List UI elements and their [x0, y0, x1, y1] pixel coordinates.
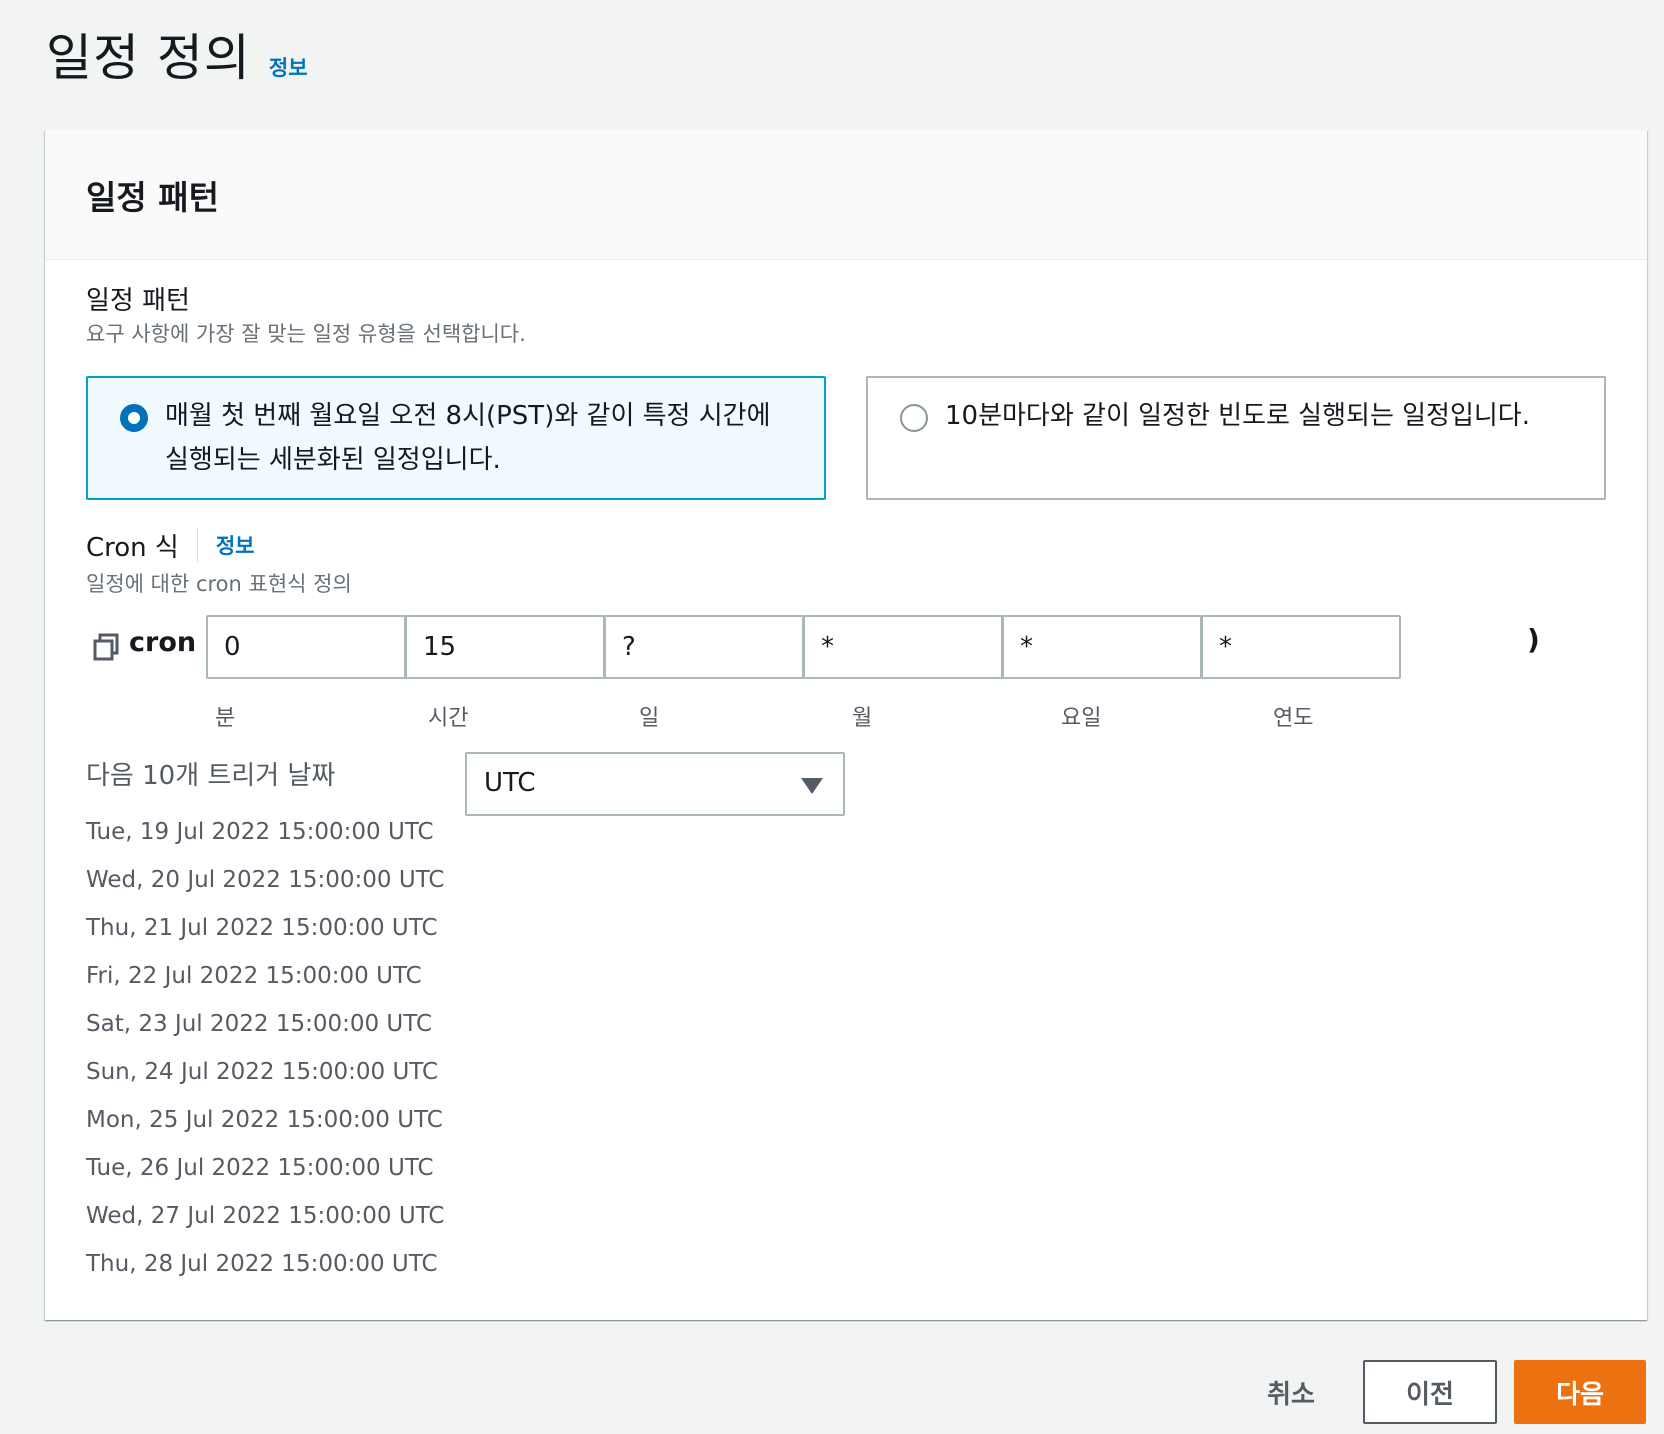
- list-item: Fri, 22 Jul 2022 15:00:00 UTC: [86, 963, 422, 989]
- unit-day-of-week: 요일: [1061, 706, 1102, 731]
- trigger-dates-title: 다음 10개 트리거 날짜: [86, 761, 336, 791]
- cron-year-input[interactable]: [1201, 615, 1401, 679]
- list-item: Mon, 25 Jul 2022 15:00:00 UTC: [86, 1107, 443, 1133]
- list-item: Tue, 26 Jul 2022 15:00:00 UTC: [86, 1155, 434, 1181]
- cron-day-of-month-input[interactable]: [604, 615, 804, 679]
- tile-cron-schedule[interactable]: 매월 첫 번째 월요일 오전 8시(PST)와 같이 특정 시간에 실행되는 세…: [86, 376, 826, 500]
- list-item: Sun, 24 Jul 2022 15:00:00 UTC: [86, 1059, 439, 1085]
- page-title: 일정 정의: [46, 29, 251, 87]
- list-item: Wed, 27 Jul 2022 15:00:00 UTC: [86, 1203, 445, 1229]
- tile-rate-text: 10분마다와 같이 일정한 빈도로 실행되는 일정입니다.: [945, 401, 1530, 431]
- list-item: Thu, 21 Jul 2022 15:00:00 UTC: [86, 915, 438, 941]
- card-header: 일정 패턴: [45, 130, 1647, 260]
- card-title: 일정 패턴: [86, 177, 219, 217]
- pattern-description: 요구 사항에 가장 잘 맞는 일정 유형을 선택합니다.: [86, 322, 526, 346]
- trigger-dates-list: Tue, 19 Jul 2022 15:00:00 UTC Wed, 20 Ju…: [86, 808, 444, 1288]
- page-info-link[interactable]: 정보: [269, 52, 308, 82]
- wizard-footer: 취소 이전 다음: [0, 1360, 1664, 1424]
- cron-expression-row: cron ( ): [93, 615, 1540, 679]
- cron-prefix: cron (: [129, 627, 218, 658]
- list-item: Wed, 20 Jul 2022 15:00:00 UTC: [86, 867, 445, 893]
- cron-month-input[interactable]: [803, 615, 1003, 679]
- unit-year: 연도: [1273, 706, 1314, 731]
- cron-label: Cron 식: [86, 532, 179, 563]
- unit-minutes: 분: [215, 706, 236, 731]
- unit-day-of-month: 일: [639, 706, 660, 731]
- radio-unchecked-icon[interactable]: [900, 404, 928, 432]
- copy-icon[interactable]: [93, 633, 119, 661]
- page-header: 일정 정의 정보: [46, 18, 308, 88]
- unit-hours: 시간: [428, 706, 469, 731]
- cron-suffix: ): [1527, 623, 1540, 656]
- cron-minutes-input[interactable]: [206, 615, 406, 679]
- timezone-value: UTC: [484, 768, 536, 798]
- list-item: Thu, 28 Jul 2022 15:00:00 UTC: [86, 1251, 438, 1277]
- timezone-select[interactable]: UTC: [465, 752, 845, 816]
- cron-label-row: Cron 식 정보: [86, 525, 254, 565]
- cron-description: 일정에 대한 cron 표현식 정의: [86, 572, 352, 596]
- previous-button[interactable]: 이전: [1363, 1360, 1497, 1424]
- unit-month: 월: [852, 706, 873, 731]
- cron-hours-input[interactable]: [405, 615, 605, 679]
- tile-rate-schedule[interactable]: 10분마다와 같이 일정한 빈도로 실행되는 일정입니다.: [866, 376, 1606, 500]
- list-item: Tue, 19 Jul 2022 15:00:00 UTC: [86, 819, 434, 845]
- pattern-label: 일정 패턴: [86, 286, 190, 316]
- cron-info-link[interactable]: 정보: [216, 530, 255, 560]
- schedule-pattern-card: 일정 패턴 일정 패턴 요구 사항에 가장 잘 맞는 일정 유형을 선택합니다.…: [45, 130, 1647, 1320]
- label-divider: [196, 528, 198, 562]
- list-item: Sat, 23 Jul 2022 15:00:00 UTC: [86, 1011, 433, 1037]
- cron-day-of-week-input[interactable]: [1002, 615, 1202, 679]
- next-button[interactable]: 다음: [1514, 1360, 1646, 1424]
- cancel-button[interactable]: 취소: [1236, 1360, 1346, 1424]
- radio-checked-icon[interactable]: [120, 404, 148, 432]
- tile-cron-text: 매월 첫 번째 월요일 오전 8시(PST)와 같이 특정 시간에 실행되는 세…: [165, 401, 771, 475]
- caret-down-icon: [801, 778, 823, 794]
